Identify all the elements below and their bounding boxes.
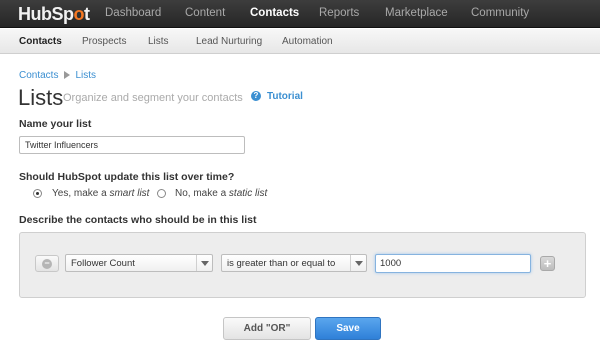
save-button[interactable]: Save xyxy=(315,317,381,340)
remove-filter-button[interactable]: − xyxy=(35,255,59,272)
nav-dashboard[interactable]: Dashboard xyxy=(105,7,161,19)
property-select[interactable]: Follower Count xyxy=(65,254,213,272)
subnav-automation[interactable]: Automation xyxy=(282,36,333,47)
static-list-radio[interactable] xyxy=(157,189,166,198)
static-list-prefix: No, make a xyxy=(175,188,229,199)
operator-select-value: is greater than or equal to xyxy=(227,258,336,269)
static-list-option[interactable]: No, make a static list xyxy=(175,188,267,199)
filter-value-input[interactable] xyxy=(375,254,531,273)
describe-contacts-label: Describe the contacts who should be in t… xyxy=(19,214,257,226)
top-navigation: HubSpot Dashboard Content Contacts Repor… xyxy=(0,0,600,28)
name-list-label: Name your list xyxy=(19,118,92,130)
update-list-label: Should HubSpot update this list over tim… xyxy=(19,171,235,183)
logo-text-end: t xyxy=(84,4,90,24)
subnav-lists[interactable]: Lists xyxy=(148,36,169,47)
nav-community[interactable]: Community xyxy=(471,7,529,19)
nav-content[interactable]: Content xyxy=(185,7,225,19)
subnav-lead-nurturing[interactable]: Lead Nurturing xyxy=(196,36,262,47)
breadcrumb: Contacts Lists xyxy=(19,70,96,81)
subnav-contacts[interactable]: Contacts xyxy=(19,36,62,47)
nav-contacts[interactable]: Contacts xyxy=(250,7,299,19)
property-select-value: Follower Count xyxy=(71,258,135,269)
breadcrumb-lists[interactable]: Lists xyxy=(75,70,96,81)
sub-navigation: Contacts Prospects Lists Lead Nurturing … xyxy=(0,29,600,54)
hubspot-logo[interactable]: HubSpot xyxy=(18,4,90,25)
smart-list-prefix: Yes, make a xyxy=(52,188,110,199)
logo-sprocket: o xyxy=(73,4,85,24)
nav-reports[interactable]: Reports xyxy=(319,7,359,19)
logo-text-main: HubSp xyxy=(18,4,74,24)
smart-list-option[interactable]: Yes, make a smart list xyxy=(52,188,149,199)
smart-list-radio[interactable] xyxy=(33,189,42,198)
help-icon[interactable]: ? xyxy=(251,91,261,101)
chevron-down-icon xyxy=(350,255,366,271)
tutorial-link[interactable]: Tutorial xyxy=(267,91,303,102)
breadcrumb-contacts[interactable]: Contacts xyxy=(19,70,58,81)
list-name-input[interactable] xyxy=(19,136,245,154)
page-title: Lists xyxy=(18,85,64,110)
breadcrumb-arrow-icon xyxy=(64,71,71,79)
smart-list-em: smart list xyxy=(109,188,150,199)
plus-icon: + xyxy=(543,256,552,271)
chevron-down-icon xyxy=(196,255,212,271)
add-or-button[interactable]: Add "OR" xyxy=(223,317,311,340)
minus-circle-icon: − xyxy=(42,259,52,269)
nav-marketplace[interactable]: Marketplace xyxy=(385,7,448,19)
static-list-em: static list xyxy=(228,188,268,199)
page-subtitle: Organize and segment your contacts xyxy=(63,92,243,104)
add-filter-button[interactable]: + xyxy=(540,256,555,271)
subnav-prospects[interactable]: Prospects xyxy=(82,36,126,47)
operator-select[interactable]: is greater than or equal to xyxy=(221,254,367,272)
